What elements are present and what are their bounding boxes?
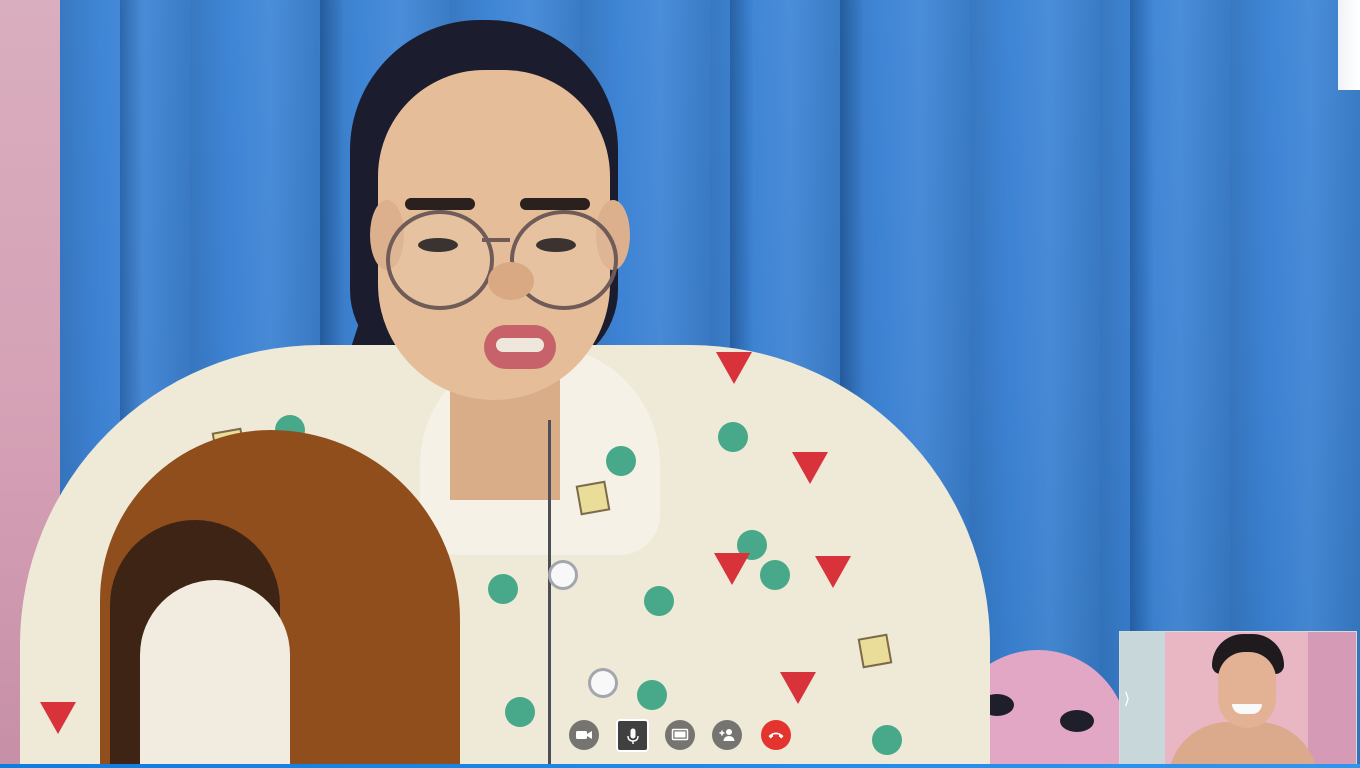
video-call-window: ⟩: [0, 0, 1360, 768]
chevron-right-icon[interactable]: ⟩: [1120, 688, 1134, 710]
add-participant-button[interactable]: [712, 720, 742, 750]
toggle-microphone-button[interactable]: [616, 719, 649, 752]
glasses-left-lens: [386, 210, 494, 310]
screen-share-icon: [671, 728, 689, 741]
add-person-icon: [719, 729, 735, 741]
video-camera-icon: [576, 731, 592, 739]
phone-hangup-icon: [768, 732, 784, 739]
call-controls-bar: [0, 719, 1360, 752]
microphone-icon: [627, 728, 639, 744]
toggle-video-button[interactable]: [569, 720, 599, 750]
share-screen-button[interactable]: [665, 720, 695, 750]
end-call-button[interactable]: [761, 720, 791, 750]
self-face: [1218, 652, 1276, 728]
window-accent-strip: [0, 764, 1360, 768]
